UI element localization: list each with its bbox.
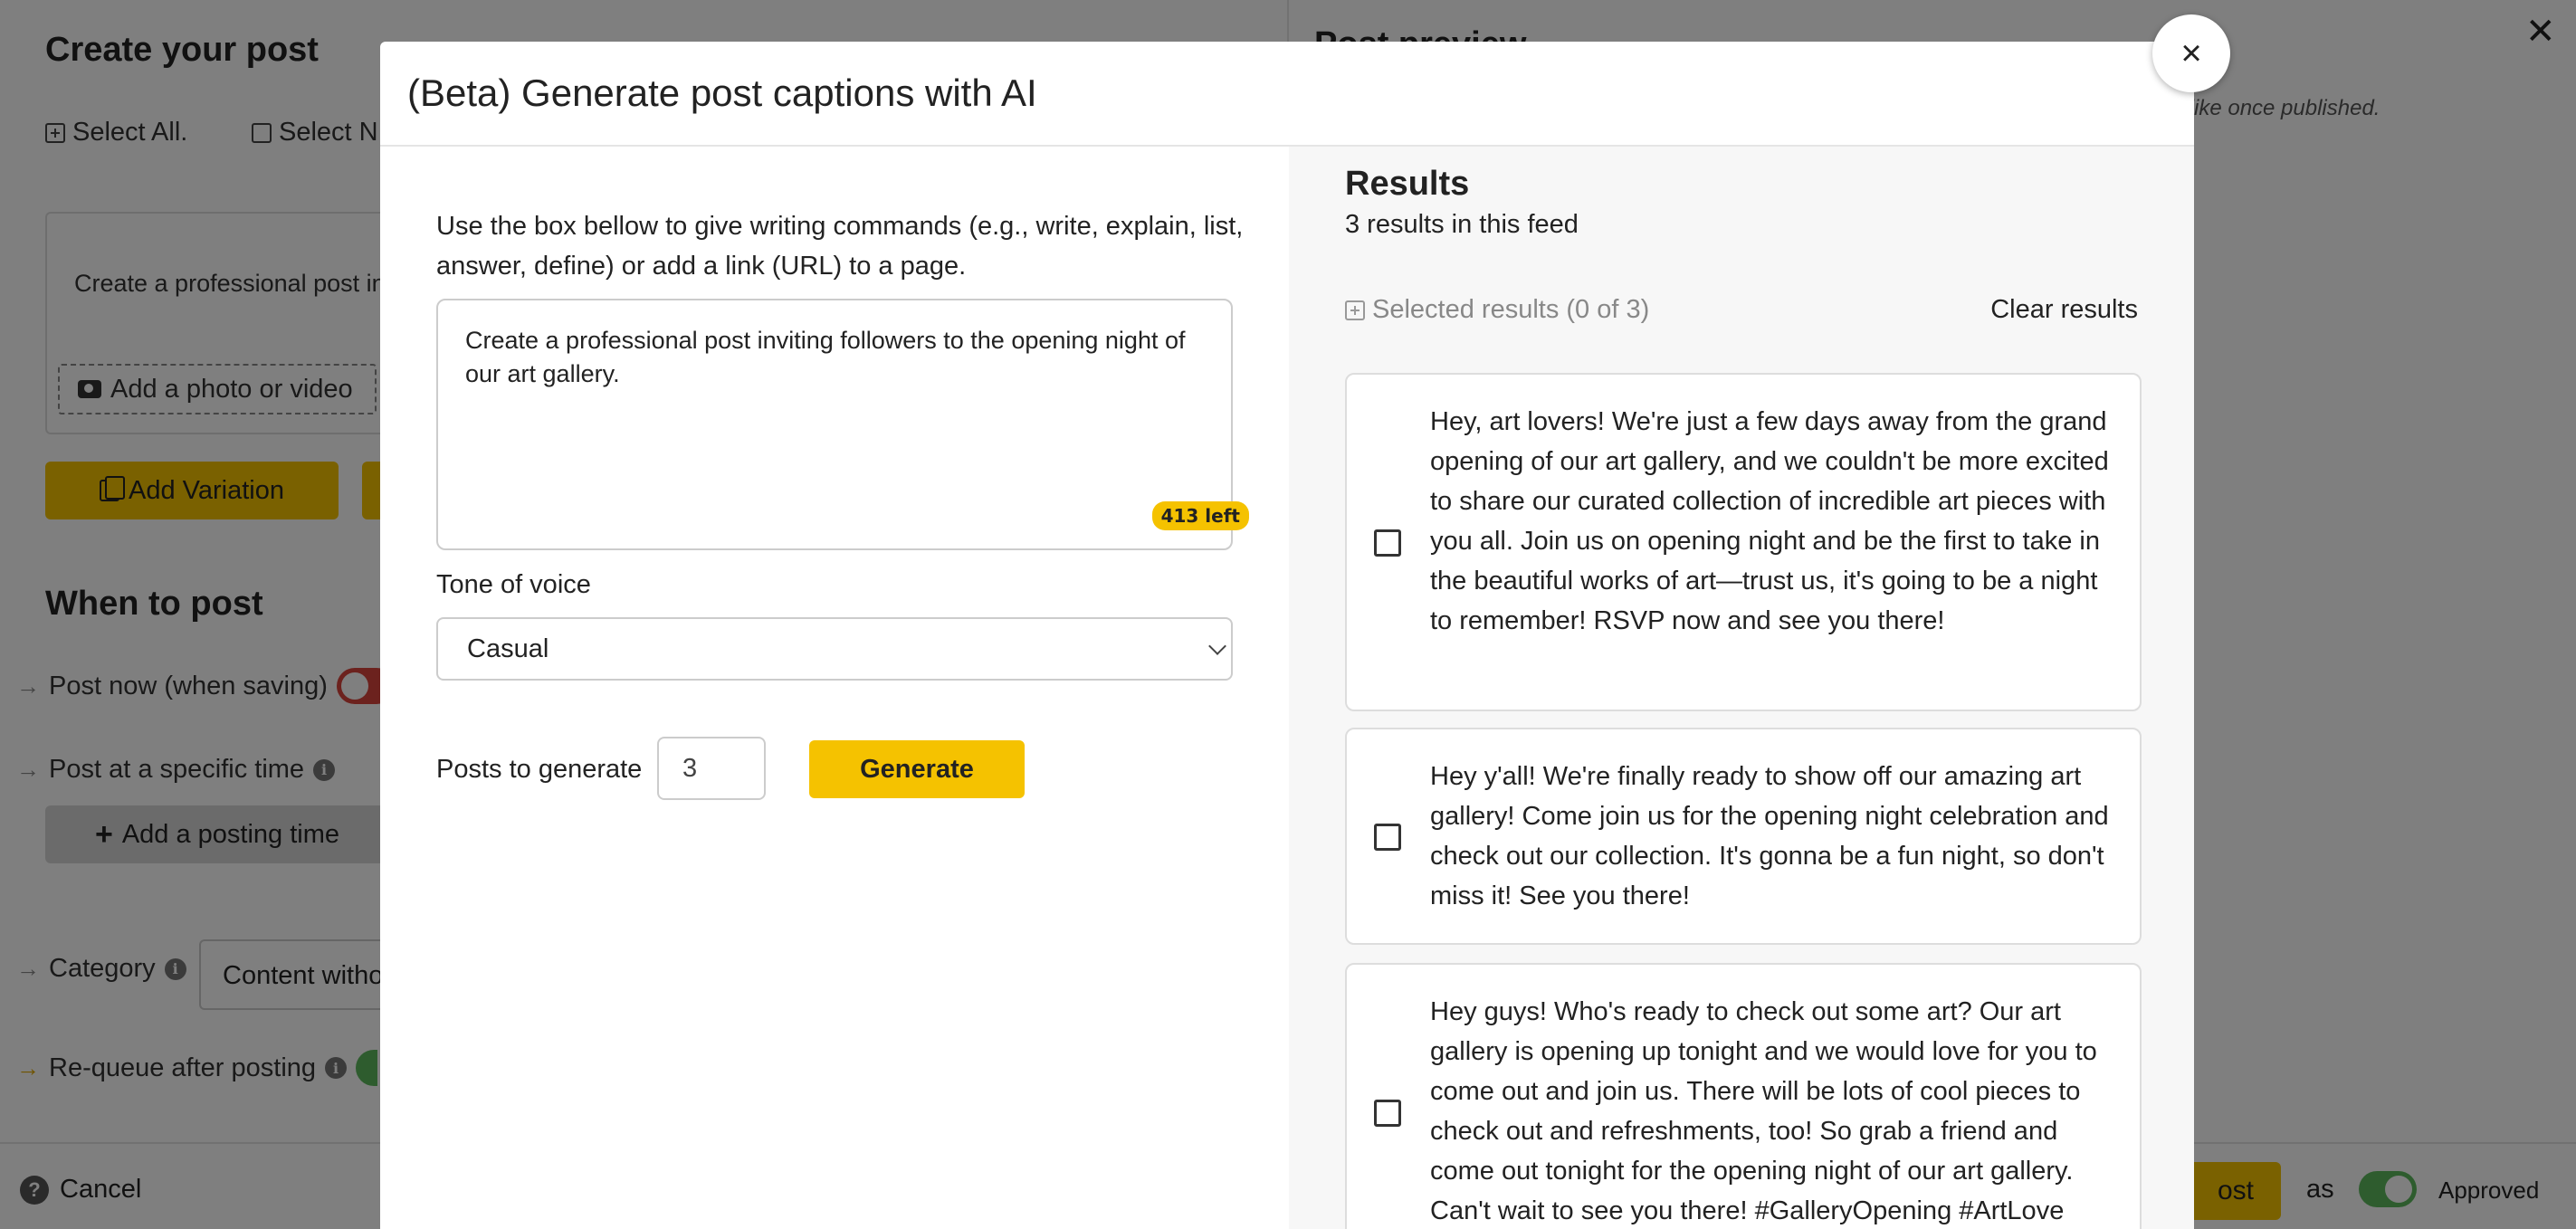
results-title: Results [1345, 165, 1470, 203]
clear-results-button[interactable]: Clear results [1990, 295, 2138, 325]
close-icon: × [2180, 33, 2202, 73]
generate-button[interactable]: Generate [809, 740, 1025, 798]
ai-caption-modal: (Beta) Generate post captions with AI Us… [380, 42, 2194, 1229]
checkbox-icon[interactable] [1374, 529, 1401, 557]
results-count: 3 results in this feed [1345, 210, 1579, 239]
tone-of-voice-value: Casual [467, 634, 549, 663]
plus-square-icon [1345, 300, 1365, 320]
results-column: Results 3 results in this feed Selected … [1289, 147, 2194, 1229]
result-card[interactable]: Hey y'all! We're finally ready to show o… [1345, 728, 2142, 945]
prompt-textarea[interactable]: Create a professional post inviting foll… [436, 299, 1233, 550]
result-text: Hey guys! Who's ready to check out some … [1430, 997, 2097, 1225]
result-card[interactable]: Hey, art lovers! We're just a few days a… [1345, 373, 2142, 711]
modal-header: (Beta) Generate post captions with AI [380, 42, 2194, 147]
selected-results-label: Selected results (0 of 3) [1372, 295, 1650, 324]
result-text: Hey y'all! We're finally ready to show o… [1430, 762, 2109, 910]
modal-close-button[interactable]: × [2152, 14, 2230, 92]
instructions-text: Use the box bellow to give writing comma… [436, 212, 1244, 281]
tone-of-voice-select[interactable]: Casual [436, 617, 1233, 681]
selected-results-button[interactable]: Selected results (0 of 3) [1345, 295, 1649, 325]
posts-to-generate-label: Posts to generate [436, 755, 643, 784]
checkbox-icon[interactable] [1374, 1100, 1401, 1127]
chevron-down-icon [1208, 637, 1226, 655]
tone-of-voice-label: Tone of voice [436, 570, 591, 599]
result-text: Hey, art lovers! We're just a few days a… [1430, 407, 2109, 635]
modal-title: (Beta) Generate post captions with AI [407, 71, 1037, 114]
chars-left-badge: 413 left [1151, 501, 1249, 530]
result-card[interactable]: Hey guys! Who's ready to check out some … [1345, 963, 2142, 1229]
checkbox-icon[interactable] [1374, 824, 1401, 851]
posts-to-generate-input[interactable]: 3 [657, 737, 766, 800]
modal-body: Use the box bellow to give writing comma… [380, 147, 2194, 1229]
prompt-column: Use the box bellow to give writing comma… [380, 147, 1289, 1229]
